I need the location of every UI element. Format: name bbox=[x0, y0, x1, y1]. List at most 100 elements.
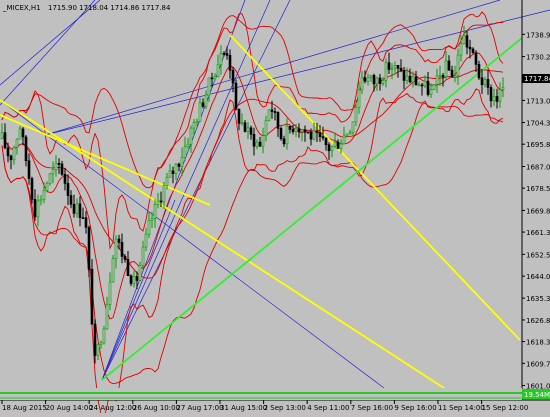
candle-body bbox=[411, 76, 415, 83]
candle-body bbox=[291, 129, 295, 132]
candle-body bbox=[33, 199, 37, 218]
candle-body bbox=[285, 125, 289, 145]
candle-body bbox=[441, 75, 445, 78]
candle-body bbox=[99, 342, 103, 345]
candle-body bbox=[426, 80, 430, 95]
candle-body bbox=[378, 77, 382, 84]
candle-body bbox=[342, 135, 346, 145]
candle-body bbox=[360, 77, 364, 91]
candle-body bbox=[240, 122, 244, 125]
volume-badge-label: 19.54M bbox=[524, 391, 550, 399]
candle-body bbox=[435, 75, 439, 85]
chart-window[interactable]: 19.54M _MICEX,H1 1715.90 1718.04 1714.86… bbox=[0, 0, 550, 417]
candle-body bbox=[408, 75, 412, 83]
candle-body bbox=[48, 173, 52, 184]
candle-body bbox=[303, 129, 307, 133]
candle-body bbox=[294, 128, 298, 132]
candle-body bbox=[216, 64, 220, 77]
candle-body bbox=[78, 203, 82, 218]
candle-body bbox=[204, 94, 208, 107]
candle-body bbox=[96, 344, 100, 356]
candle-body bbox=[471, 48, 475, 53]
candle-body bbox=[177, 163, 181, 167]
candle-body bbox=[273, 111, 277, 113]
candle-body bbox=[459, 43, 463, 56]
candle-body bbox=[102, 328, 106, 344]
price-tick-label: 1687.05 bbox=[526, 163, 550, 171]
candle-body bbox=[402, 69, 406, 81]
candle-body bbox=[282, 138, 286, 145]
candle-body bbox=[168, 170, 172, 178]
candle-body bbox=[159, 200, 163, 203]
candle-body bbox=[414, 76, 418, 86]
time-tick-label: 18 Aug 2015 bbox=[2, 404, 47, 412]
time-tick-label: 11 Sep 14:00 bbox=[438, 404, 485, 412]
candle-body bbox=[51, 169, 55, 175]
candle-body bbox=[3, 132, 7, 149]
candle-body bbox=[210, 77, 214, 80]
price-tick-label: 1644.00 bbox=[526, 273, 550, 281]
candle-body bbox=[201, 102, 205, 107]
candle-body bbox=[132, 276, 136, 284]
current-price-label: 1717.84 bbox=[524, 75, 550, 83]
price-chart[interactable]: 19.54M _MICEX,H1 1715.90 1718.04 1714.86… bbox=[0, 0, 550, 417]
candle-body bbox=[405, 75, 409, 81]
candle-body bbox=[372, 75, 376, 85]
price-tick-label: 1618.30 bbox=[526, 339, 550, 347]
candle-body bbox=[189, 127, 193, 145]
candle-body bbox=[6, 147, 10, 157]
ohlc-label: 1715.90 1718.04 1714.86 1717.84 bbox=[48, 4, 171, 12]
candle-body bbox=[444, 60, 448, 78]
chart-background bbox=[0, 0, 550, 413]
price-tick-label: 1601.05 bbox=[526, 383, 550, 391]
candle-body bbox=[375, 77, 379, 85]
candle-body bbox=[129, 275, 133, 284]
candle-body bbox=[141, 246, 145, 266]
candle-body bbox=[15, 138, 19, 148]
candle-body bbox=[66, 183, 70, 196]
candle-body bbox=[63, 174, 67, 184]
candle-body bbox=[39, 198, 43, 202]
candle-body bbox=[30, 178, 34, 200]
candle-body bbox=[474, 52, 478, 65]
candle-body bbox=[246, 127, 250, 132]
candle-body bbox=[252, 133, 256, 147]
candle-body bbox=[225, 53, 229, 56]
candle-body bbox=[345, 133, 349, 137]
candle-body bbox=[456, 54, 460, 77]
candle-body bbox=[396, 65, 400, 69]
candle-body bbox=[117, 238, 121, 243]
price-tick-label: 1704.30 bbox=[526, 120, 550, 128]
candle-body bbox=[81, 217, 85, 219]
candle-body bbox=[288, 125, 292, 130]
candle-body bbox=[72, 204, 76, 214]
candle-body bbox=[336, 141, 340, 149]
candle-body bbox=[381, 80, 385, 84]
candle-body bbox=[75, 203, 79, 214]
candle-body bbox=[213, 76, 217, 80]
candle-body bbox=[114, 238, 118, 260]
candle-body bbox=[219, 53, 223, 65]
candle-body bbox=[423, 80, 427, 87]
candle-body bbox=[153, 204, 157, 219]
candle-body bbox=[477, 64, 481, 79]
candle-body bbox=[327, 144, 331, 152]
candle-body bbox=[498, 89, 502, 102]
candle-body bbox=[258, 141, 262, 147]
candle-body bbox=[465, 35, 469, 48]
candle-body bbox=[309, 132, 313, 140]
candle-body bbox=[183, 146, 187, 158]
candle-body bbox=[366, 77, 370, 82]
candle-body bbox=[501, 87, 505, 90]
candle-body bbox=[387, 62, 391, 70]
price-tick-label: 1609.75 bbox=[526, 360, 550, 368]
candle-body bbox=[180, 157, 184, 167]
time-tick-label: 20 Aug 14:00 bbox=[46, 404, 93, 412]
candle-body bbox=[495, 96, 499, 102]
time-tick-label: 31 Aug 15:00 bbox=[220, 404, 267, 412]
candle-body bbox=[12, 147, 16, 161]
candle-body bbox=[18, 128, 22, 140]
candle-body bbox=[318, 132, 322, 137]
candle-body bbox=[276, 111, 280, 129]
candle-body bbox=[36, 200, 40, 218]
